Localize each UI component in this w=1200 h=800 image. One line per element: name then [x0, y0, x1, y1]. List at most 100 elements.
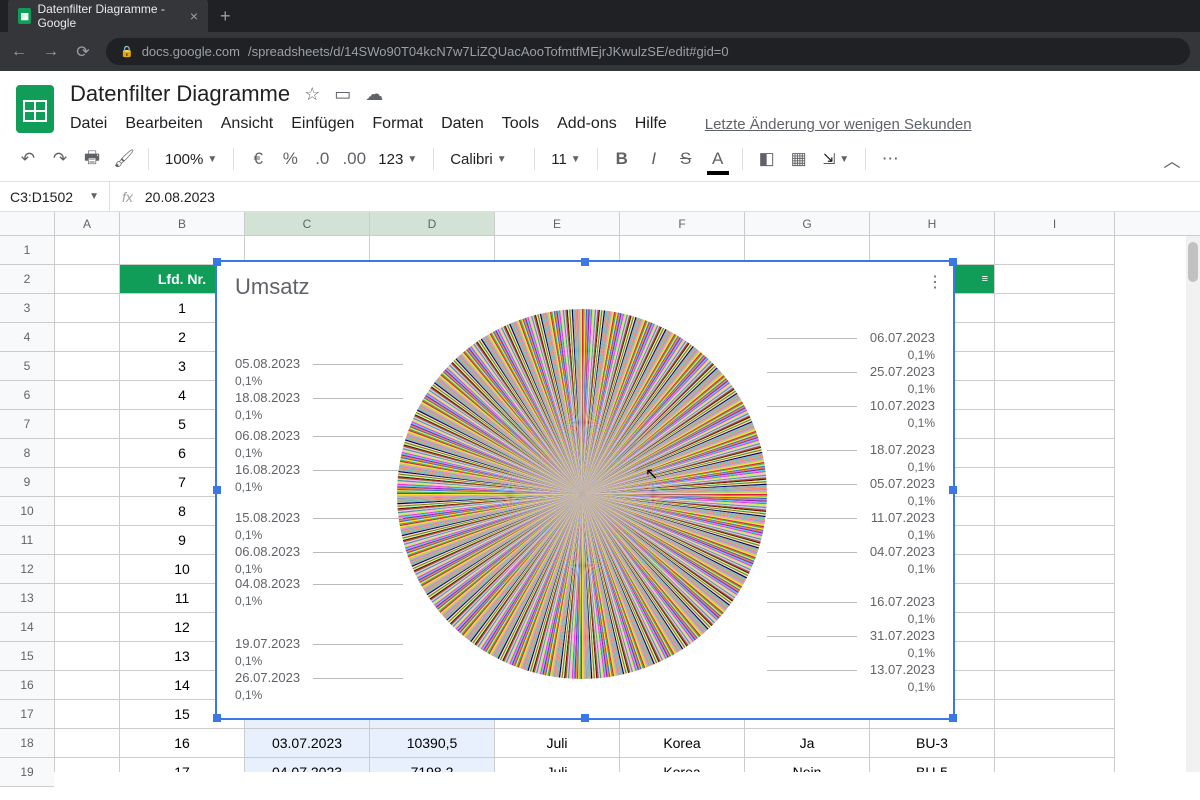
new-tab-icon[interactable]: + — [220, 6, 231, 27]
row-header[interactable]: 14 — [0, 613, 54, 642]
last-edit[interactable]: Letzte Änderung vor wenigen Sekunden — [705, 116, 972, 133]
merge-select[interactable]: ⇲▼ — [817, 150, 855, 168]
cell[interactable] — [995, 236, 1115, 265]
row-header[interactable]: 1 — [0, 236, 54, 265]
cell[interactable] — [995, 729, 1115, 758]
italic-icon[interactable]: I — [640, 145, 668, 173]
redo-icon[interactable]: ↷ — [46, 145, 74, 173]
cell[interactable] — [55, 439, 120, 468]
cell[interactable]: Korea — [620, 758, 745, 772]
row-header[interactable]: 12 — [0, 555, 54, 584]
percent-icon[interactable]: % — [276, 145, 304, 173]
borders-icon[interactable]: ▦ — [785, 145, 813, 173]
menu-tools[interactable]: Tools — [502, 115, 539, 133]
cell[interactable] — [55, 671, 120, 700]
bold-icon[interactable]: B — [608, 145, 636, 173]
cell[interactable] — [55, 468, 120, 497]
cell[interactable] — [55, 381, 120, 410]
url-input[interactable]: 🔒 docs.google.com/spreadsheets/d/14SWo90… — [106, 38, 1190, 65]
row-header[interactable]: 13 — [0, 584, 54, 613]
decrease-decimal-icon[interactable]: .0 — [308, 145, 336, 173]
cell[interactable]: 10390,5 — [370, 729, 495, 758]
cell[interactable] — [55, 642, 120, 671]
chart-object[interactable]: Umsatz ⋮ 05.08.20230,1%18.08.20230,1%06.… — [215, 260, 955, 720]
text-color-icon[interactable]: A — [704, 145, 732, 173]
scroll-thumb[interactable] — [1188, 242, 1198, 282]
cell[interactable]: BU-3 — [870, 729, 995, 758]
paint-format-icon[interactable]: 🖌 — [110, 145, 138, 173]
collapse-icon[interactable]: ︿ — [1158, 145, 1186, 173]
cell[interactable] — [995, 265, 1115, 294]
col-header[interactable]: G — [745, 212, 870, 235]
menu-hilfe[interactable]: Hilfe — [635, 115, 667, 133]
row-header[interactable]: 19 — [0, 758, 54, 787]
col-header[interactable]: D — [370, 212, 495, 235]
forward-icon[interactable]: → — [42, 43, 60, 61]
row-header[interactable]: 6 — [0, 381, 54, 410]
cell[interactable]: 03.07.2023 — [245, 729, 370, 758]
col-header[interactable]: E — [495, 212, 620, 235]
cell[interactable] — [995, 497, 1115, 526]
more-icon[interactable]: ⋯ — [876, 145, 904, 173]
col-header[interactable]: C — [245, 212, 370, 235]
cell[interactable] — [55, 497, 120, 526]
reload-icon[interactable]: ⟳ — [74, 42, 92, 62]
menu-einfügen[interactable]: Einfügen — [291, 115, 354, 133]
row-header[interactable]: 11 — [0, 526, 54, 555]
cell[interactable] — [995, 352, 1115, 381]
row-header[interactable]: 16 — [0, 671, 54, 700]
resize-handle[interactable] — [949, 714, 957, 722]
cell[interactable] — [995, 555, 1115, 584]
cell[interactable] — [995, 323, 1115, 352]
cell[interactable] — [55, 584, 120, 613]
font-size-select[interactable]: 11▼ — [545, 151, 586, 168]
menu-format[interactable]: Format — [372, 115, 423, 133]
strike-icon[interactable]: S — [672, 145, 700, 173]
col-header[interactable]: A — [55, 212, 120, 235]
menu-add-ons[interactable]: Add-ons — [557, 115, 617, 133]
col-header[interactable]: H — [870, 212, 995, 235]
vertical-scrollbar[interactable] — [1186, 236, 1200, 772]
browser-tab[interactable]: ▦ Datenfilter Diagramme - Google × — [8, 0, 208, 36]
cell[interactable]: 16 — [120, 729, 245, 758]
row-header[interactable]: 15 — [0, 642, 54, 671]
increase-decimal-icon[interactable]: .00 — [340, 145, 368, 173]
cell[interactable] — [55, 410, 120, 439]
cell[interactable] — [995, 700, 1115, 729]
cell[interactable] — [55, 236, 120, 265]
cell[interactable] — [55, 323, 120, 352]
sheets-logo[interactable] — [14, 81, 56, 137]
select-all-corner[interactable] — [0, 212, 54, 236]
row-header[interactable]: 3 — [0, 294, 54, 323]
cell[interactable] — [55, 729, 120, 758]
cell[interactable]: BU-5 — [870, 758, 995, 772]
cell[interactable] — [995, 642, 1115, 671]
cell[interactable]: Juli — [495, 729, 620, 758]
format-123-select[interactable]: 123▼ — [372, 151, 423, 168]
menu-daten[interactable]: Daten — [441, 115, 484, 133]
cell[interactable] — [55, 613, 120, 642]
row-header[interactable]: 9 — [0, 468, 54, 497]
cell[interactable] — [995, 410, 1115, 439]
print-icon[interactable]: 🖶 — [78, 145, 106, 173]
row-header[interactable]: 17 — [0, 700, 54, 729]
cell[interactable] — [55, 700, 120, 729]
col-header[interactable]: B — [120, 212, 245, 235]
row-header[interactable]: 7 — [0, 410, 54, 439]
cell[interactable] — [995, 526, 1115, 555]
cell[interactable] — [995, 439, 1115, 468]
cell[interactable]: Korea — [620, 729, 745, 758]
resize-handle[interactable] — [581, 258, 589, 266]
cell[interactable] — [55, 352, 120, 381]
cell[interactable] — [55, 265, 120, 294]
col-header[interactable]: F — [620, 212, 745, 235]
row-header[interactable]: 8 — [0, 439, 54, 468]
font-select[interactable]: Calibri▼ — [444, 151, 524, 168]
cell[interactable] — [55, 555, 120, 584]
doc-title[interactable]: Datenfilter Diagramme — [70, 81, 290, 107]
move-icon[interactable]: ▭ — [334, 84, 351, 105]
back-icon[interactable]: ← — [10, 43, 28, 61]
cell[interactable] — [995, 584, 1115, 613]
resize-handle[interactable] — [213, 258, 221, 266]
cell[interactable] — [55, 294, 120, 323]
